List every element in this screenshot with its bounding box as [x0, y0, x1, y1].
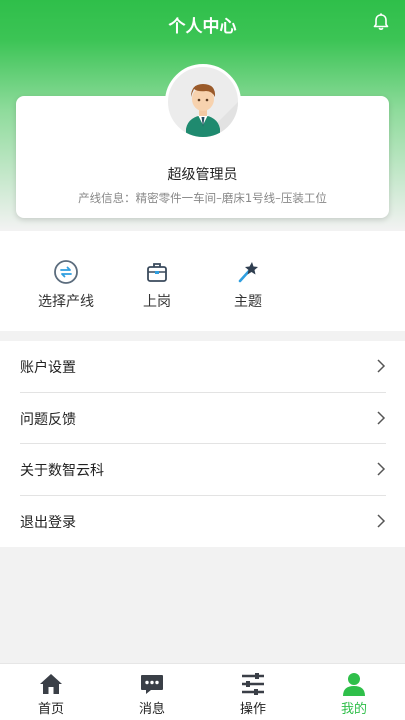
- sliders-icon: [240, 672, 266, 696]
- tab-label: 操作: [239, 702, 266, 717]
- action-label: 选择产线: [38, 294, 94, 310]
- production-line-info: 产线信息：精密零件一车间–磨床1号线–压装工位: [78, 191, 327, 205]
- menu-item-label: 账户设置: [20, 360, 76, 376]
- avatar[interactable]: [165, 64, 241, 140]
- action-select-line[interactable]: 选择产线: [21, 259, 111, 311]
- tab-profile[interactable]: 我的: [324, 672, 384, 717]
- menu-item-label: 问题反馈: [20, 411, 76, 428]
- action-on-duty[interactable]: 上岗: [112, 259, 202, 311]
- chevron-right-icon: [376, 513, 386, 529]
- briefcase-icon: [144, 259, 170, 285]
- chevron-right-icon: [376, 461, 386, 477]
- chevron-right-icon: [376, 410, 386, 426]
- tab-label: 消息: [138, 702, 165, 717]
- menu-item-label: 关于数智云科: [20, 463, 104, 479]
- menu-item-account-settings[interactable]: 账户设置: [20, 341, 386, 393]
- user-icon: [341, 672, 367, 696]
- tab-home[interactable]: 首页: [21, 672, 81, 717]
- chevron-right-icon: [376, 358, 386, 374]
- magic-wand-icon: [235, 259, 261, 285]
- menu-item-logout[interactable]: 退出登录: [20, 496, 386, 548]
- action-label: 主题: [234, 294, 262, 310]
- menu-item-label: 退出登录: [20, 514, 76, 531]
- bottom-tab-bar: 首页 消息 操作 我的: [0, 663, 405, 720]
- tab-messages[interactable]: 消息: [122, 672, 182, 717]
- tab-label: 首页: [37, 702, 64, 717]
- settings-menu: 账户设置 问题反馈 关于数智云科 退出登录: [0, 341, 405, 547]
- menu-item-about[interactable]: 关于数智云科: [20, 444, 386, 496]
- menu-item-feedback[interactable]: 问题反馈: [20, 393, 386, 444]
- bell-icon[interactable]: [371, 12, 391, 32]
- message-icon: [139, 672, 165, 696]
- page-title: 个人中心: [168, 17, 237, 37]
- tab-operations[interactable]: 操作: [223, 672, 283, 717]
- user-name: 超级管理员: [167, 167, 238, 183]
- quick-actions: 选择产线 上岗 主题: [0, 231, 405, 331]
- action-theme[interactable]: 主题: [203, 259, 293, 311]
- swap-icon: [53, 259, 79, 285]
- home-icon: [38, 672, 64, 696]
- tab-label: 我的: [340, 702, 367, 717]
- action-label: 上岗: [143, 294, 171, 310]
